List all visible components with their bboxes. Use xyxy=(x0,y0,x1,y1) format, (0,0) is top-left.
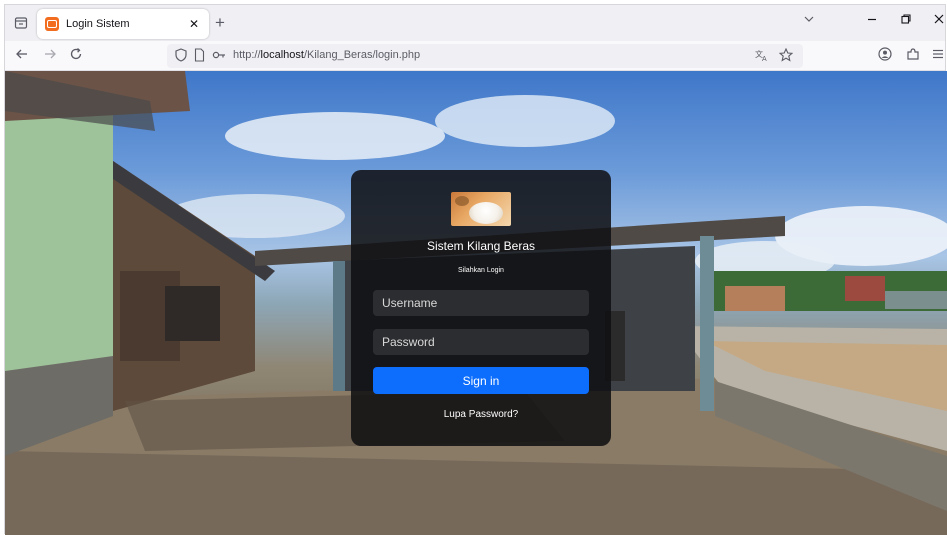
tab-strip: Login Sistem ✕ + xyxy=(5,5,945,41)
rice-logo xyxy=(451,192,511,226)
browser-window: Login Sistem ✕ + http://localhost/Kilang… xyxy=(4,4,947,535)
translate-icon[interactable]: 文A xyxy=(755,48,769,65)
url-host: localhost xyxy=(260,49,304,61)
restore-icon[interactable] xyxy=(900,13,912,28)
login-card: Sistem Kilang Beras Silahkan Login Sign … xyxy=(351,170,611,446)
username-input[interactable] xyxy=(373,290,589,316)
tab-title: Login Sistem xyxy=(66,18,130,30)
chevron-down-icon[interactable] xyxy=(803,13,815,28)
extensions-icon[interactable] xyxy=(906,47,920,64)
close-icon[interactable]: ✕ xyxy=(187,17,201,31)
shield-icon[interactable] xyxy=(175,48,187,65)
navigation-bar: http://localhost/Kilang_Beras/login.php … xyxy=(5,41,945,71)
star-icon[interactable] xyxy=(778,47,794,65)
svg-text:A: A xyxy=(762,56,767,62)
forward-arrow-icon[interactable] xyxy=(43,47,57,64)
url-scheme: http:// xyxy=(233,49,261,61)
tab-list-icon[interactable] xyxy=(11,13,31,33)
tab-login-sistem[interactable]: Login Sistem ✕ xyxy=(37,9,209,39)
back-arrow-icon[interactable] xyxy=(15,47,29,64)
xampp-icon xyxy=(45,17,59,31)
app-title: Sistem Kilang Beras xyxy=(426,239,536,253)
account-icon[interactable] xyxy=(878,47,892,64)
reload-icon[interactable] xyxy=(69,47,83,64)
url-bar[interactable]: http://localhost/Kilang_Beras/login.php … xyxy=(167,44,803,68)
signin-button[interactable]: Sign in xyxy=(373,367,589,394)
close-icon[interactable] xyxy=(933,13,945,28)
login-subtitle: Silahkan Login xyxy=(458,267,504,274)
plus-icon[interactable]: + xyxy=(215,14,225,31)
minimize-icon[interactable] xyxy=(866,13,878,28)
hamburger-menu-icon[interactable] xyxy=(932,47,944,63)
page-icon[interactable] xyxy=(194,48,205,65)
url-text[interactable]: http://localhost/Kilang_Beras/login.php xyxy=(233,49,420,61)
password-input[interactable] xyxy=(373,329,589,355)
url-path: /Kilang_Beras/login.php xyxy=(303,49,421,61)
key-icon[interactable] xyxy=(212,48,226,65)
page-viewport: Sistem Kilang Beras Silahkan Login Sign … xyxy=(5,71,947,535)
forgot-password-link[interactable]: Lupa Password? xyxy=(351,409,611,420)
